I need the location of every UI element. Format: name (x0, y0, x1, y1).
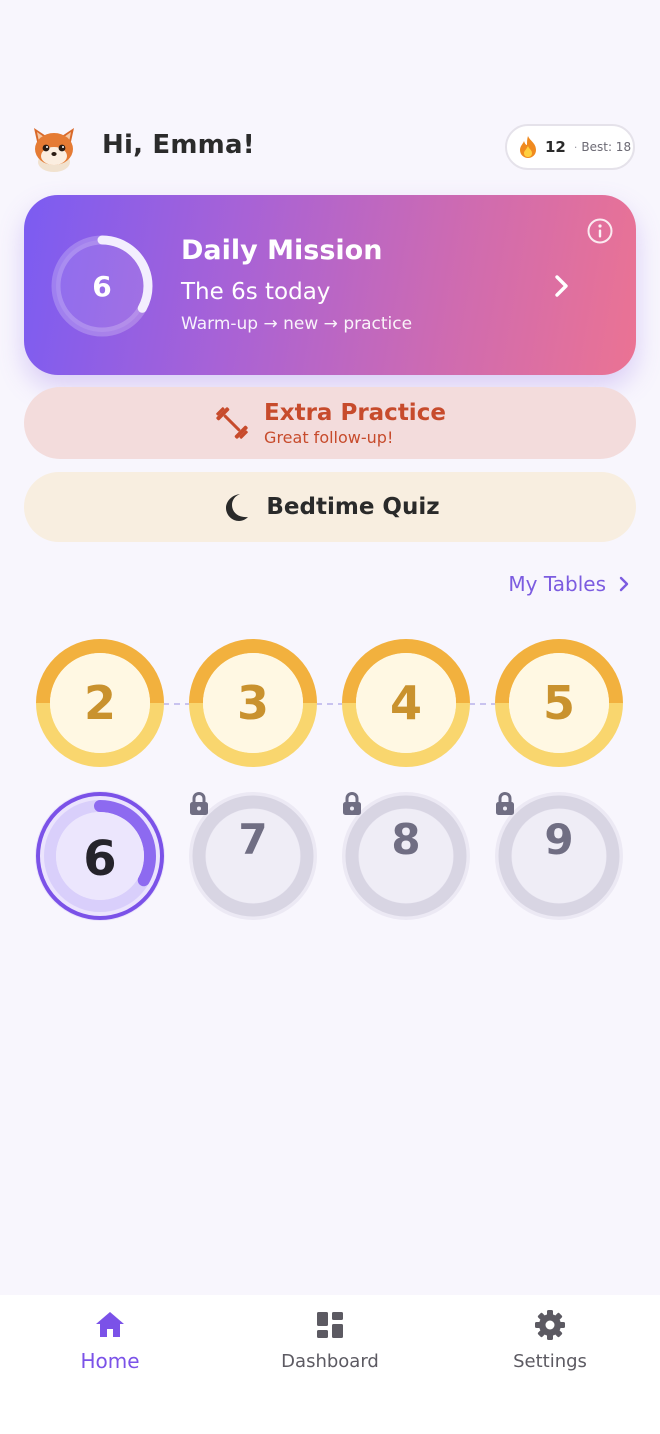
mission-title: Daily Mission (181, 235, 383, 266)
streak-count: 12 (545, 138, 566, 156)
table-number: 7 (238, 815, 268, 864)
chevron-right-icon[interactable] (550, 271, 574, 301)
daily-mission-card[interactable]: 6 Daily Mission The 6s today Warm-up → n… (24, 195, 636, 375)
info-icon[interactable] (586, 217, 614, 245)
dumbbell-icon (216, 407, 248, 439)
table-2-circle[interactable]: 2 (35, 638, 165, 768)
bottom-nav: Home Dashboard Settings (0, 1295, 660, 1434)
table-4-circle[interactable]: 4 (341, 638, 471, 768)
streak-separator: · (573, 140, 578, 154)
table-number: 6 (83, 831, 117, 887)
table-number: 3 (236, 676, 269, 730)
nav-dashboard-label: Dashboard (281, 1351, 379, 1372)
extra-practice-button[interactable]: Extra Practice Great follow-up! (24, 387, 636, 459)
dashboard-icon (317, 1312, 343, 1338)
table-3-circle[interactable]: 3 (188, 638, 318, 768)
table-9-circle[interactable]: 9 (494, 791, 624, 921)
lock-icon (496, 791, 514, 815)
table-5-circle[interactable]: 5 (494, 638, 624, 768)
table-number: 9 (544, 815, 574, 864)
tables-grid: 2 3 4 5 6 7 8 9 (0, 630, 660, 940)
path-connector (163, 703, 191, 705)
fox-avatar-icon[interactable] (28, 122, 80, 174)
table-8-circle[interactable]: 8 (341, 791, 471, 921)
path-connector (469, 703, 497, 705)
nav-home-label: Home (80, 1349, 140, 1373)
nav-dashboard[interactable]: Dashboard (260, 1309, 400, 1372)
mission-subtitle: The 6s today (181, 279, 331, 305)
mission-table-number: 6 (92, 269, 112, 303)
path-connector (316, 703, 344, 705)
bedtime-quiz-label: Bedtime Quiz (266, 494, 440, 520)
greeting: Hi, Emma! (102, 130, 255, 160)
nav-home[interactable]: Home (40, 1309, 180, 1373)
gear-icon (535, 1310, 565, 1340)
chevron-right-icon (619, 576, 629, 592)
table-number: 4 (389, 676, 422, 730)
lock-icon (190, 791, 208, 815)
table-number: 5 (542, 676, 575, 730)
extra-practice-subtitle: Great follow-up! (264, 427, 394, 447)
header: Hi, Emma! 12 · Best: 18 (0, 118, 660, 176)
bedtime-quiz-button[interactable]: Bedtime Quiz (24, 472, 636, 542)
table-number: 8 (391, 815, 421, 864)
table-number: 2 (83, 676, 116, 730)
streak-best: Best: 18 (581, 140, 632, 154)
home-icon (96, 1312, 124, 1337)
nav-settings-label: Settings (513, 1351, 587, 1372)
flame-icon (520, 136, 536, 158)
nav-settings[interactable]: Settings (480, 1309, 620, 1372)
table-7-circle[interactable]: 7 (188, 791, 318, 921)
table-6-circle[interactable]: 6 (35, 791, 165, 921)
moon-icon (226, 494, 249, 521)
my-tables-link[interactable]: My Tables (508, 572, 630, 596)
mission-detail: Warm-up → new → practice (181, 314, 413, 334)
my-tables-label: My Tables (508, 572, 606, 596)
extra-practice-title: Extra Practice (264, 399, 446, 426)
lock-icon (343, 791, 361, 815)
streak-badge[interactable]: 12 · Best: 18 (505, 124, 635, 170)
